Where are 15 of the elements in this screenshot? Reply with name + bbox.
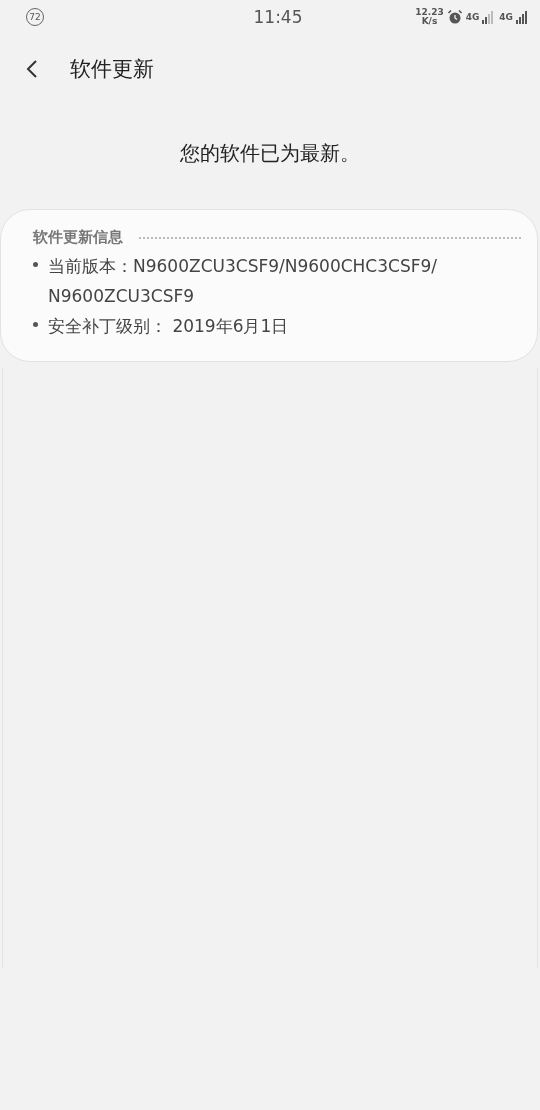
bullet-dot — [33, 322, 38, 327]
speed-value: 12.23 — [415, 8, 444, 17]
speed-unit: K/s — [421, 17, 438, 26]
card-title: 软件更新信息 — [33, 228, 123, 247]
alarm-icon — [446, 9, 463, 25]
status-message: 您的软件已为最新。 — [179, 140, 361, 167]
clock-time: 11:45 — [253, 7, 303, 27]
network-type: 4G — [499, 12, 513, 22]
network-type: 4G — [465, 12, 480, 22]
info-text: 安全补丁级别： 2019年6月1日 — [48, 315, 289, 338]
info-text: 当前版本：N9600ZCU3CSF9/N9600CHC3CSF9/ N9600ZCU3CSF9 — [48, 255, 439, 308]
signal-icon — [516, 10, 530, 24]
chevron-icon — [26, 59, 38, 79]
bullet-dot — [33, 262, 38, 267]
page-title: 软件更新 — [70, 56, 154, 83]
